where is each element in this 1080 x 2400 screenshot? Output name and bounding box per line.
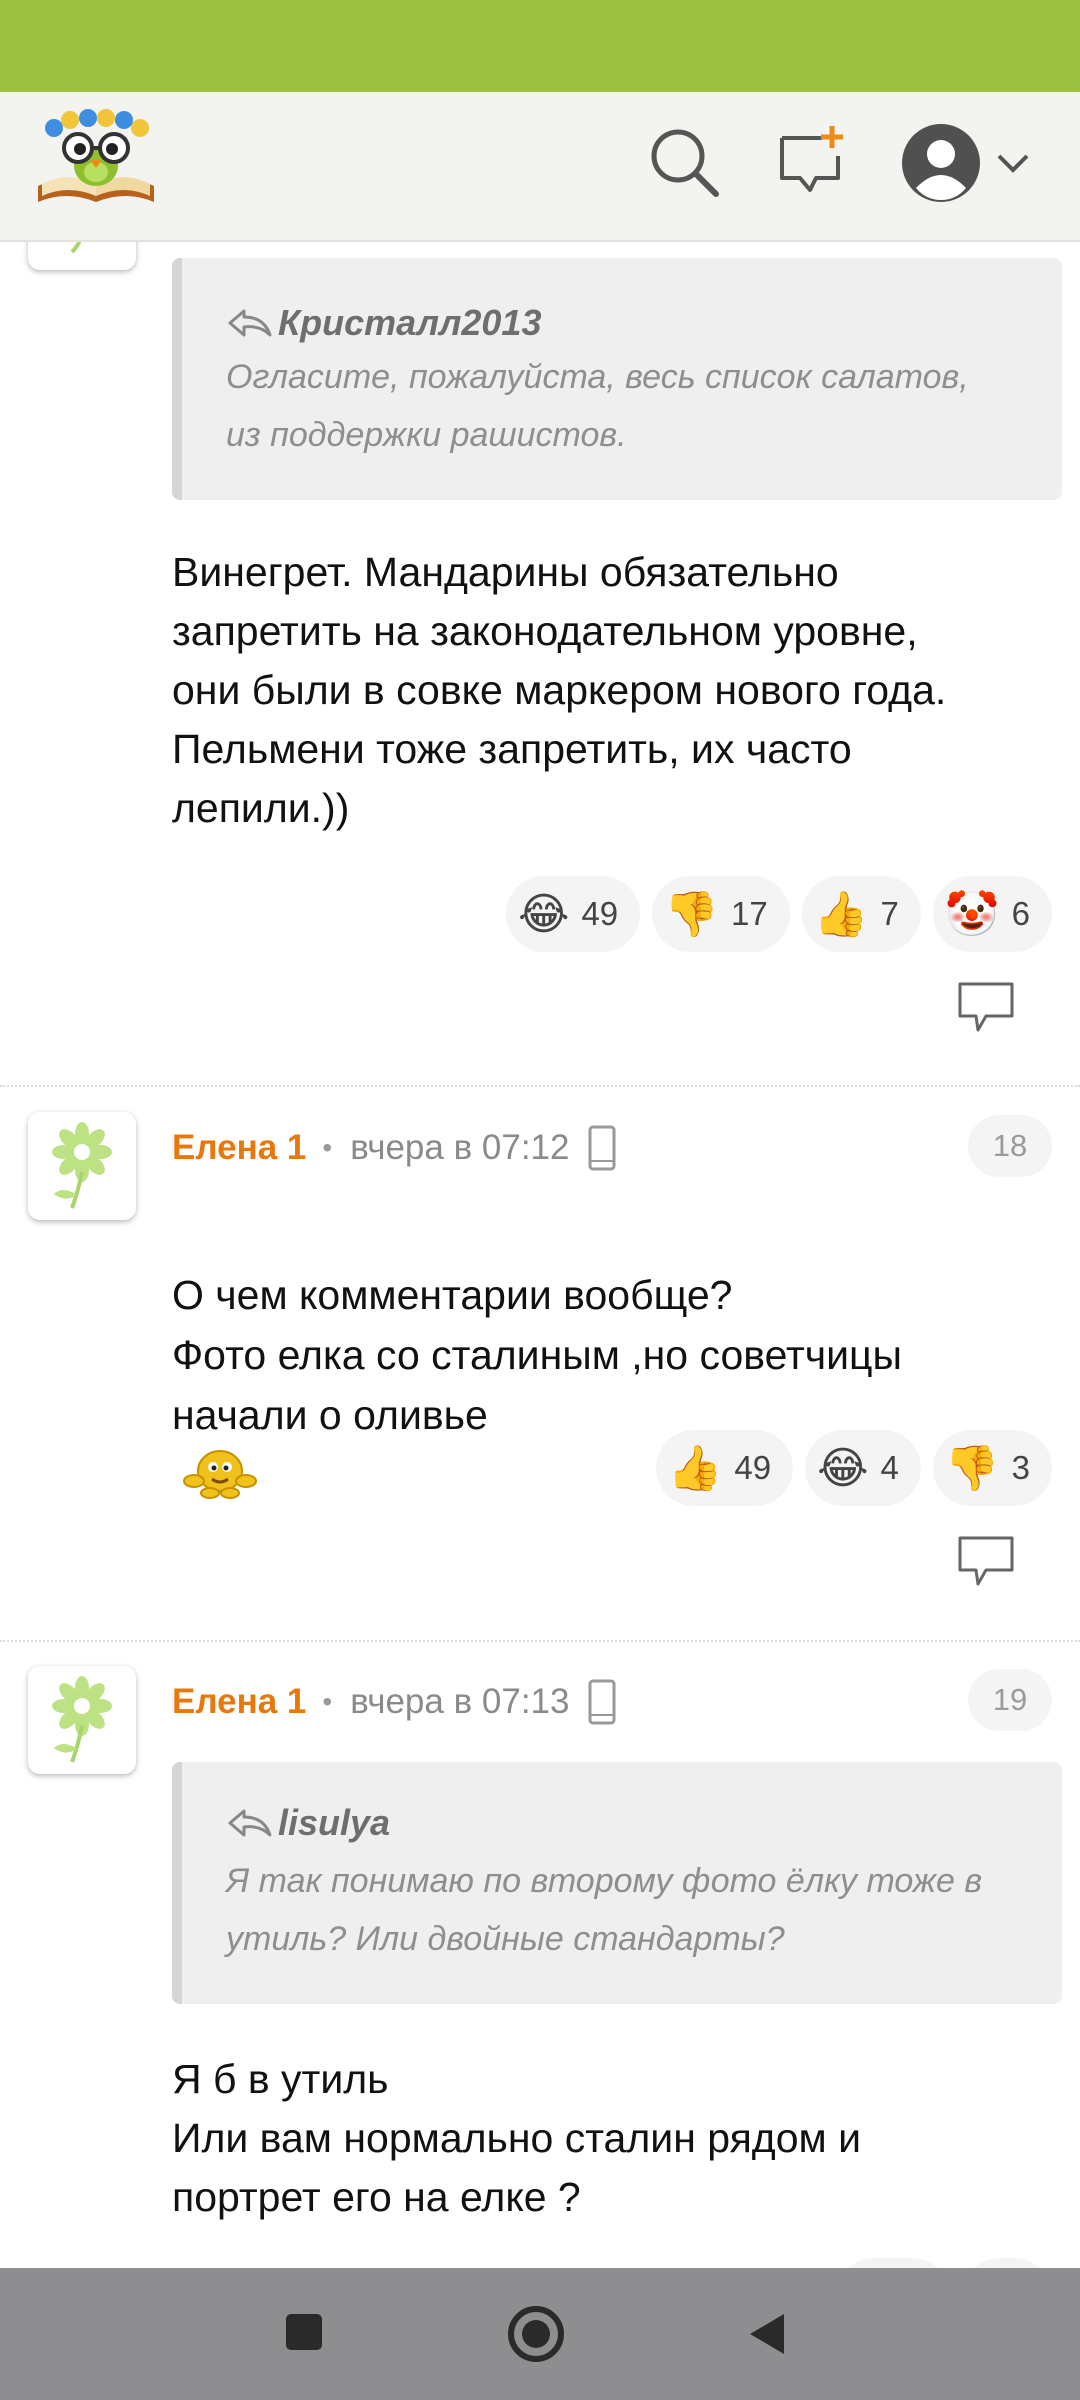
reaction-thumbs-up[interactable]: 👍 49 xyxy=(655,1430,794,1506)
thumbs-down-icon: 👎 xyxy=(664,890,719,939)
top-bar xyxy=(0,92,1080,242)
reply-comment-icon[interactable] xyxy=(956,980,1016,1039)
reply-arrow-icon xyxy=(228,309,272,337)
reactions-bar-partial xyxy=(836,2258,1052,2268)
reaction-thumbs-up[interactable]: 👍 7 xyxy=(801,876,921,952)
quote-block: Кристалл2013 Огласите, пожалуйста, весь … xyxy=(172,258,1062,500)
reply-arrow-icon xyxy=(228,1809,272,1837)
thumbs-up-icon: 👍 xyxy=(813,890,869,939)
reactions-bar: 😂 49 👎 17 👍 7 🤡 6 xyxy=(506,876,1052,952)
new-post-icon[interactable] xyxy=(776,126,848,203)
laugh-emoji-icon: 😂 xyxy=(817,1443,869,1493)
reaction-thumbs-down[interactable]: 👎 3 xyxy=(932,1430,1052,1506)
reaction-thumbs-down[interactable]: 👎 17 xyxy=(652,876,790,952)
comment-text: Винегрет. Мандарины обязательно запретит… xyxy=(172,549,947,831)
owl-on-book-logo[interactable] xyxy=(34,106,158,206)
comment-time: вчера в 07:12 xyxy=(350,1128,570,1167)
author-name[interactable]: Елена 1 xyxy=(172,1128,306,1168)
mobile-device-icon xyxy=(588,1679,616,1725)
thumbs-up-icon: 👍 xyxy=(667,1444,723,1493)
quote-block: lisulya Я так понимаю по второму фото ёл… xyxy=(172,1762,1062,2004)
reaction-pill[interactable] xyxy=(962,2258,1052,2268)
mobile-device-icon xyxy=(588,1125,616,1171)
avatar[interactable] xyxy=(28,1112,136,1220)
quote-text: Я так понимаю по второму фото ёлку тоже … xyxy=(226,1862,983,1958)
avatar[interactable] xyxy=(28,1666,136,1774)
account-icon[interactable] xyxy=(900,122,982,209)
quote-text: Огласите, пожалуйста, весь список салато… xyxy=(226,358,969,454)
reply-comment-icon[interactable] xyxy=(956,1534,1016,1593)
search-icon[interactable] xyxy=(648,126,720,203)
reactions-bar: 👍 49 😂 4 👎 3 xyxy=(655,1430,1052,1506)
reaction-pill[interactable] xyxy=(836,2258,950,2268)
comments-feed: Кристалл2013 Огласите, пожалуйста, весь … xyxy=(0,240,1080,2268)
comment-divider xyxy=(0,1640,1080,1642)
reaction-laugh[interactable]: 😂 4 xyxy=(805,1430,921,1506)
chevron-down-icon[interactable] xyxy=(996,152,1030,179)
comment-text: Я б в утиль Или вам нормально сталин ряд… xyxy=(172,2056,861,2220)
flower-icon xyxy=(52,1122,112,1209)
comment-meta: Елена 1 • вчера в 07:12 xyxy=(172,1118,617,1178)
comment-number[interactable]: 18 xyxy=(968,1115,1052,1177)
reaction-clown[interactable]: 🤡 6 xyxy=(932,876,1052,952)
avatar[interactable] xyxy=(28,240,136,270)
smiley-emoticon-icon xyxy=(183,1450,257,1499)
comment-divider xyxy=(0,1085,1080,1087)
reaction-laugh[interactable]: 😂 49 xyxy=(506,876,641,952)
comment-time: вчера в 07:13 xyxy=(350,1682,570,1721)
comment-meta: Елена 1 • вчера в 07:13 xyxy=(172,1672,617,1732)
system-navigation-bar xyxy=(0,2268,1080,2400)
quote-author[interactable]: lisulya xyxy=(226,1802,390,1844)
status-bar xyxy=(0,0,1080,92)
comment-number[interactable]: 19 xyxy=(968,1669,1052,1731)
thumbs-down-icon: 👎 xyxy=(944,1444,1000,1493)
laugh-emoji-icon: 😂 xyxy=(518,889,570,939)
separator-dot: • xyxy=(322,1686,333,1717)
clown-icon: 🤡 xyxy=(944,890,1000,939)
quote-author[interactable]: Кристалл2013 xyxy=(226,302,541,344)
home-circle-icon[interactable] xyxy=(506,2304,566,2369)
back-triangle-icon[interactable] xyxy=(744,2310,790,2363)
square-icon[interactable] xyxy=(282,2310,326,2359)
separator-dot: • xyxy=(322,1132,333,1163)
author-name[interactable]: Елена 1 xyxy=(172,1682,306,1722)
flower-icon xyxy=(52,1676,112,1763)
